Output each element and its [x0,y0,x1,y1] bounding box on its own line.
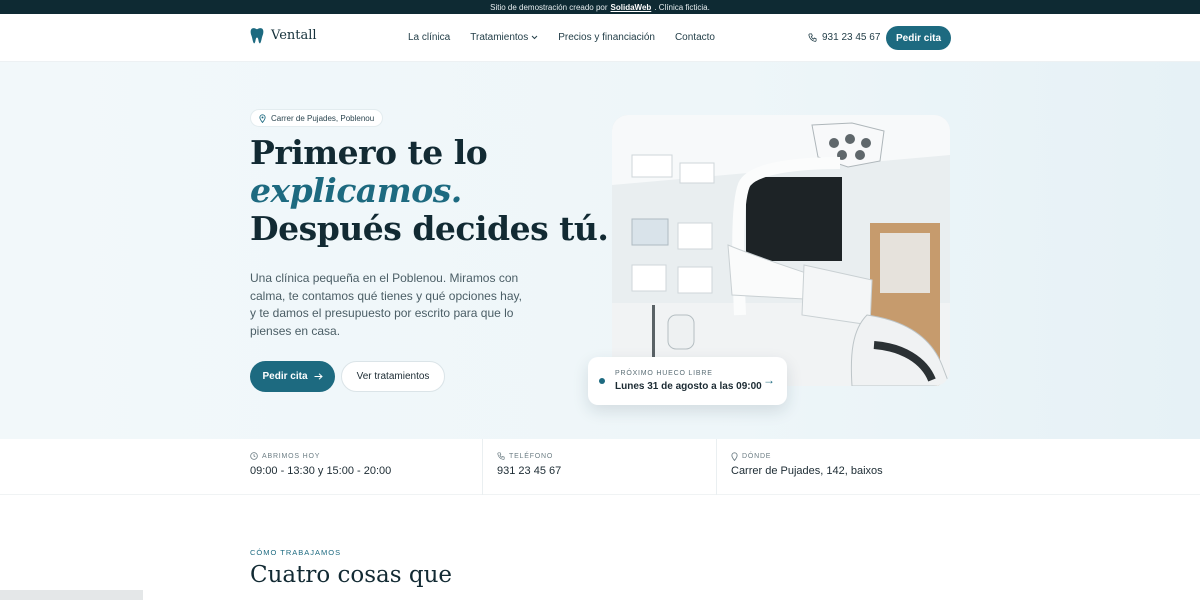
next-slot-value: Lunes 31 de agosto a las 09:00 [615,381,762,392]
nav-la-clinica[interactable]: La clínica [408,32,450,43]
info-location-label: DÓNDE [731,452,771,461]
section-eyebrow: CÓMO TRABAJAMOS [250,548,342,557]
info-hours-value: 09:00 - 13:30 y 15:00 - 20:00 [250,465,392,477]
hero-title: Primero te lo explicamos. Después decide… [250,133,609,248]
tooth-icon [250,28,264,44]
hero-title-line2: explicamos. [250,171,462,210]
view-treatments-button[interactable]: Ver tratamientos [341,361,445,392]
info-location-label-text: DÓNDE [742,453,772,460]
demo-notice-text: Sitio de demostración creado por [490,2,608,12]
info-strip: ABRIMOS HOY 09:00 - 13:30 y 15:00 - 20:0… [0,439,1200,495]
hero-title-line3: Después decides tú. [250,209,609,248]
book-appointment-label: Pedir cita [262,371,308,382]
site-header: Ventall La clínica Tratamientos Precios … [0,14,1200,62]
main-nav: La clínica Tratamientos Precios y financ… [408,32,715,43]
demo-notice-bar: Sitio de demostración creado por SolidaW… [0,0,1200,14]
next-slot-card[interactable]: PRÓXIMO HUECO LIBRE Lunes 31 de agosto a… [588,357,787,405]
book-appointment-button[interactable]: Pedir cita [250,361,335,392]
browser-status-bar [0,590,143,600]
demo-notice-suffix: . Clínica ficticia. [654,2,710,12]
dental-chair-illustration [612,115,950,386]
map-pin-icon [731,452,738,461]
nav-tratamientos-label: Tratamientos [470,32,529,43]
hero-title-line1: Primero te lo [250,133,488,172]
info-divider [716,439,717,495]
logo[interactable]: Ventall [250,27,317,44]
location-badge: Carrer de Pujades, Poblenou [250,109,384,127]
info-phone-value[interactable]: 931 23 45 67 [497,465,561,477]
nav-precios[interactable]: Precios y financiación [558,32,655,43]
info-hours-label-text: ABRIMOS HOY [262,452,321,460]
info-phone-label: TELÉFONO [497,452,553,460]
header-book-button[interactable]: Pedir cita [886,26,951,50]
phone-icon [497,452,505,460]
nav-contacto[interactable]: Contacto [675,32,715,43]
clinic-photo [612,115,950,386]
info-divider [482,439,483,495]
logo-text: Ventall [271,28,317,43]
clock-icon [250,452,258,460]
chevron-down-icon [531,35,538,40]
header-phone[interactable]: 931 23 45 67 [808,32,880,43]
section-title: Cuatro cosas que [250,562,453,588]
map-pin-icon [259,113,266,123]
info-hours-label: ABRIMOS HOY [250,452,320,460]
next-slot-label: PRÓXIMO HUECO LIBRE [615,370,713,377]
location-badge-text: Carrer de Pujades, Poblenou [271,113,375,123]
availability-dot [599,378,605,384]
header-phone-number: 931 23 45 67 [822,32,881,43]
solidaweb-link[interactable]: SolidaWeb [611,3,652,12]
hero-lead: Una clínica pequeña en el Poblenou. Mira… [250,271,522,338]
info-phone-label-text: TELÉFONO [509,452,554,460]
phone-icon [808,33,817,42]
hero-section: Carrer de Pujades, Poblenou Primero te l… [0,62,1200,439]
arrow-right-icon [314,373,323,380]
nav-tratamientos[interactable]: Tratamientos [470,32,538,43]
arrow-right-icon: → [763,373,775,387]
info-location-value: Carrer de Pujades, 142, baixos [731,465,883,477]
